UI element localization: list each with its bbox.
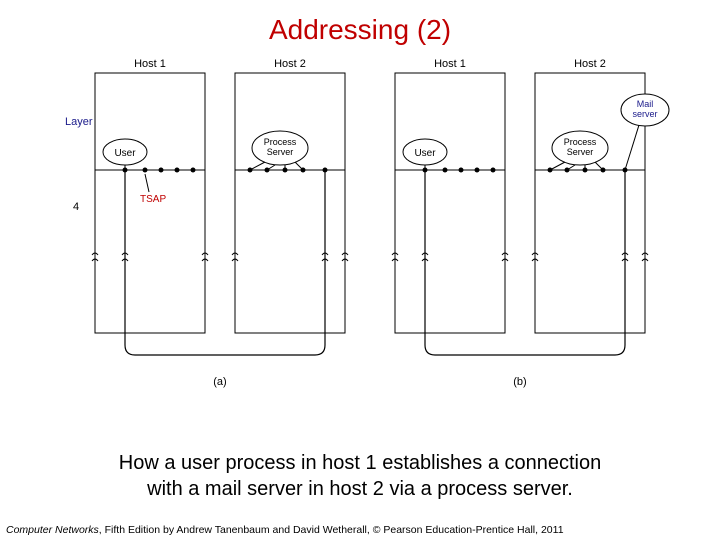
caption-line1: How a user process in host 1 establishes…	[119, 452, 602, 474]
caption-line2: with a mail server in host 2 via a proce…	[147, 478, 573, 500]
process-label-a: Process	[264, 137, 297, 147]
host2-label-a: Host 2	[274, 58, 306, 70]
host1-label-b: Host 1	[434, 58, 466, 70]
footer-rest: , Fifth Edition by Andrew Tanenbaum and …	[99, 524, 564, 536]
layer-4: 4	[73, 201, 79, 213]
process-label-a2: Server	[267, 147, 294, 157]
process-label-b: Process	[564, 137, 597, 147]
host2-label-b: Host 2	[574, 58, 606, 70]
footer-citation: Computer Networks, Fifth Edition by Andr…	[6, 524, 564, 536]
tsap-label: TSAP	[140, 194, 166, 205]
figure-caption: How a user process in host 1 establishes…	[0, 450, 720, 502]
user-label-a: User	[114, 148, 136, 159]
process-label-b2: Server	[567, 147, 594, 157]
mail-label: Mail	[637, 99, 654, 109]
panel-a-label: (a)	[213, 376, 226, 388]
page-title: Addressing (2)	[0, 0, 720, 46]
addressing-diagram: Host 1 Host 2 Layer 4 User TSAP Process …	[65, 55, 675, 385]
layer-label: Layer	[65, 116, 93, 128]
panel-b-label: (b)	[513, 376, 526, 388]
user-label-b: User	[414, 148, 436, 159]
host1-label-a: Host 1	[134, 58, 166, 70]
mail-label2: server	[632, 109, 657, 119]
footer-book: Computer Networks	[6, 524, 99, 536]
